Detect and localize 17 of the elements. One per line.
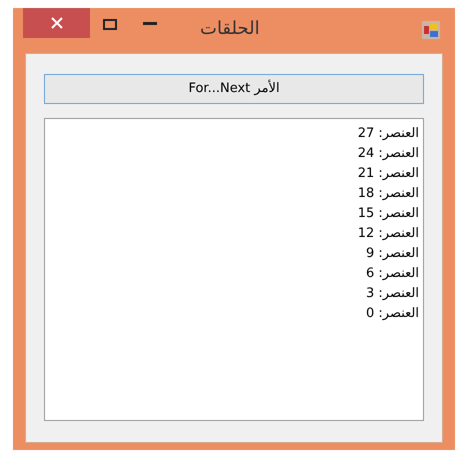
list-item[interactable]: العنصر: 6 bbox=[366, 264, 419, 284]
list-item[interactable]: العنصر: 15 bbox=[358, 204, 419, 224]
app-icon bbox=[422, 21, 440, 39]
close-button[interactable] bbox=[23, 8, 90, 38]
list-item[interactable]: العنصر: 12 bbox=[358, 224, 419, 244]
list-item[interactable]: العنصر: 3 bbox=[366, 284, 419, 304]
minimize-icon bbox=[143, 22, 157, 26]
maximize-icon bbox=[103, 18, 117, 30]
for-next-button[interactable]: الأمر For...Next bbox=[44, 74, 424, 104]
list-item[interactable]: العنصر: 0 bbox=[366, 304, 419, 324]
list-item[interactable]: العنصر: 24 bbox=[358, 144, 419, 164]
list-item[interactable]: العنصر: 21 bbox=[358, 164, 419, 184]
close-icon bbox=[50, 17, 62, 29]
list-item[interactable]: العنصر: 27 bbox=[358, 124, 419, 144]
list-item[interactable]: العنصر: 18 bbox=[358, 184, 419, 204]
window-title: الحلقات bbox=[200, 20, 260, 38]
list-item[interactable]: العنصر: 9 bbox=[366, 244, 419, 264]
